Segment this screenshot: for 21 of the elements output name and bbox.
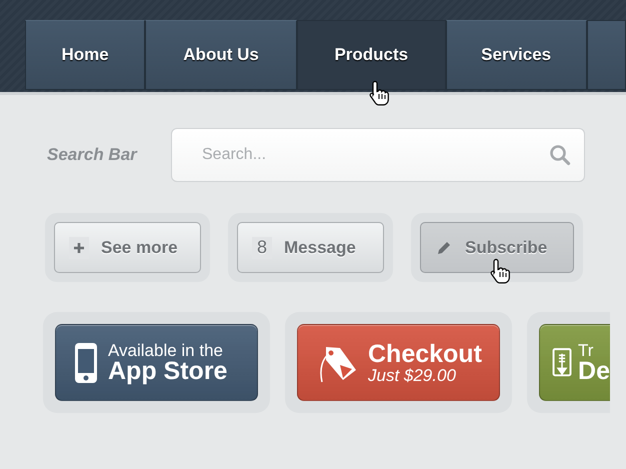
phone-icon bbox=[74, 342, 98, 384]
store-button[interactable]: Checkout Just $29.00 bbox=[297, 324, 500, 401]
store-button[interactable]: Available in the App Store bbox=[55, 324, 258, 401]
nav-tab[interactable]: About Us bbox=[145, 20, 297, 90]
search-field[interactable]: Search... bbox=[171, 128, 585, 182]
nav-tab[interactable]: Products bbox=[296, 20, 446, 90]
button-title: Just $29.00 bbox=[368, 366, 457, 384]
hand-cursor-icon bbox=[368, 80, 390, 106]
button-caption: Checkout bbox=[368, 342, 482, 366]
button-title: App Store bbox=[108, 358, 228, 384]
hand-cursor-icon bbox=[490, 258, 512, 284]
search-label: Search Bar bbox=[47, 145, 138, 165]
button-caption: Tr bbox=[578, 342, 594, 358]
button-caption: Available in the bbox=[108, 342, 224, 358]
action-button[interactable]: 8 Message bbox=[237, 222, 384, 273]
action-button[interactable]: See more bbox=[54, 222, 201, 273]
nav-tab[interactable] bbox=[586, 20, 626, 90]
search-icon bbox=[549, 144, 571, 166]
nav-tab[interactable]: Home bbox=[25, 20, 146, 90]
nav-tab[interactable]: Services bbox=[446, 20, 587, 90]
button-title: De bbox=[578, 358, 610, 384]
